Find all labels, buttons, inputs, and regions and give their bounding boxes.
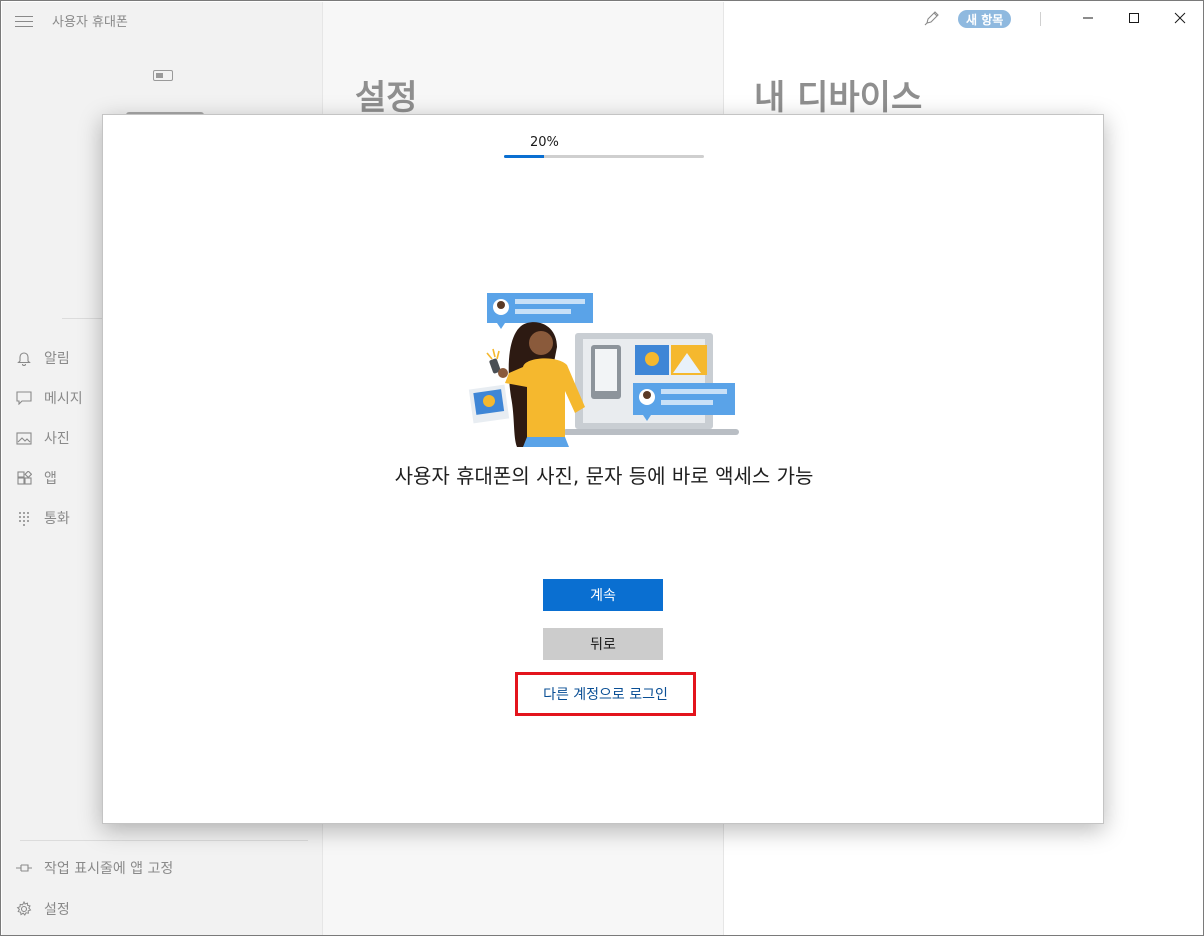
- new-items-badge[interactable]: 새 항목: [958, 10, 1012, 28]
- message-icon: [16, 390, 32, 406]
- phone-pc-illustration: [468, 293, 739, 447]
- sign-in-other-account-link[interactable]: 다른 계정으로 로그인: [543, 684, 668, 704]
- back-button[interactable]: 뒤로: [543, 628, 663, 660]
- pin-to-taskbar-item[interactable]: 작업 표시줄에 앱 고정: [16, 858, 173, 878]
- highlight-box: 다른 계정으로 로그인: [515, 672, 696, 716]
- dialog-headline: 사용자 휴대폰의 사진, 문자 등에 바로 액세스 가능: [394, 464, 814, 488]
- nav-divider-bottom: [20, 840, 308, 841]
- dialpad-icon: [16, 510, 32, 526]
- hamburger-menu-icon[interactable]: [15, 16, 33, 30]
- pin-to-taskbar-label: 작업 표시줄에 앱 고정: [44, 861, 174, 877]
- sidebar-item-label: 알림: [44, 351, 70, 367]
- progress-bar: [504, 155, 704, 158]
- sidebar-item-label: 앱: [44, 471, 57, 487]
- close-button[interactable]: [1157, 1, 1203, 35]
- pin-icon: [16, 860, 32, 876]
- sidebar-item-label: 사진: [44, 431, 70, 447]
- settings-heading: 설정: [355, 78, 418, 118]
- app-title: 사용자 휴대폰: [52, 15, 128, 30]
- progress-bar-fill: [504, 155, 544, 158]
- setup-dialog: 20% 사용자 휴대폰의 사진, 문자 등에 바로 액세스 가능 계속 뒤로 다…: [102, 114, 1104, 824]
- apps-icon: [16, 470, 32, 486]
- maximize-button[interactable]: [1111, 1, 1157, 35]
- photo-icon: [16, 430, 32, 446]
- settings-label: 설정: [44, 902, 70, 918]
- phone-status-icon: [153, 70, 173, 81]
- minimize-button[interactable]: [1065, 1, 1111, 35]
- gear-icon: [16, 901, 32, 917]
- feedback-pen-icon[interactable]: [921, 1, 943, 35]
- bell-icon: [16, 350, 32, 366]
- settings-item[interactable]: 설정: [16, 899, 70, 919]
- app-window: 사용자 휴대폰 알림 메시지 사진 앱 통화 작업 표시줄에 앱 고정 설정 설…: [0, 0, 1204, 936]
- progress-percent: 20%: [530, 135, 559, 150]
- titlebar-separator: [1040, 12, 1041, 26]
- continue-button[interactable]: 계속: [543, 579, 663, 611]
- sidebar-item-label: 메시지: [44, 391, 83, 407]
- my-devices-heading: 내 디바이스: [754, 78, 923, 118]
- sidebar-item-label: 통화: [44, 511, 70, 527]
